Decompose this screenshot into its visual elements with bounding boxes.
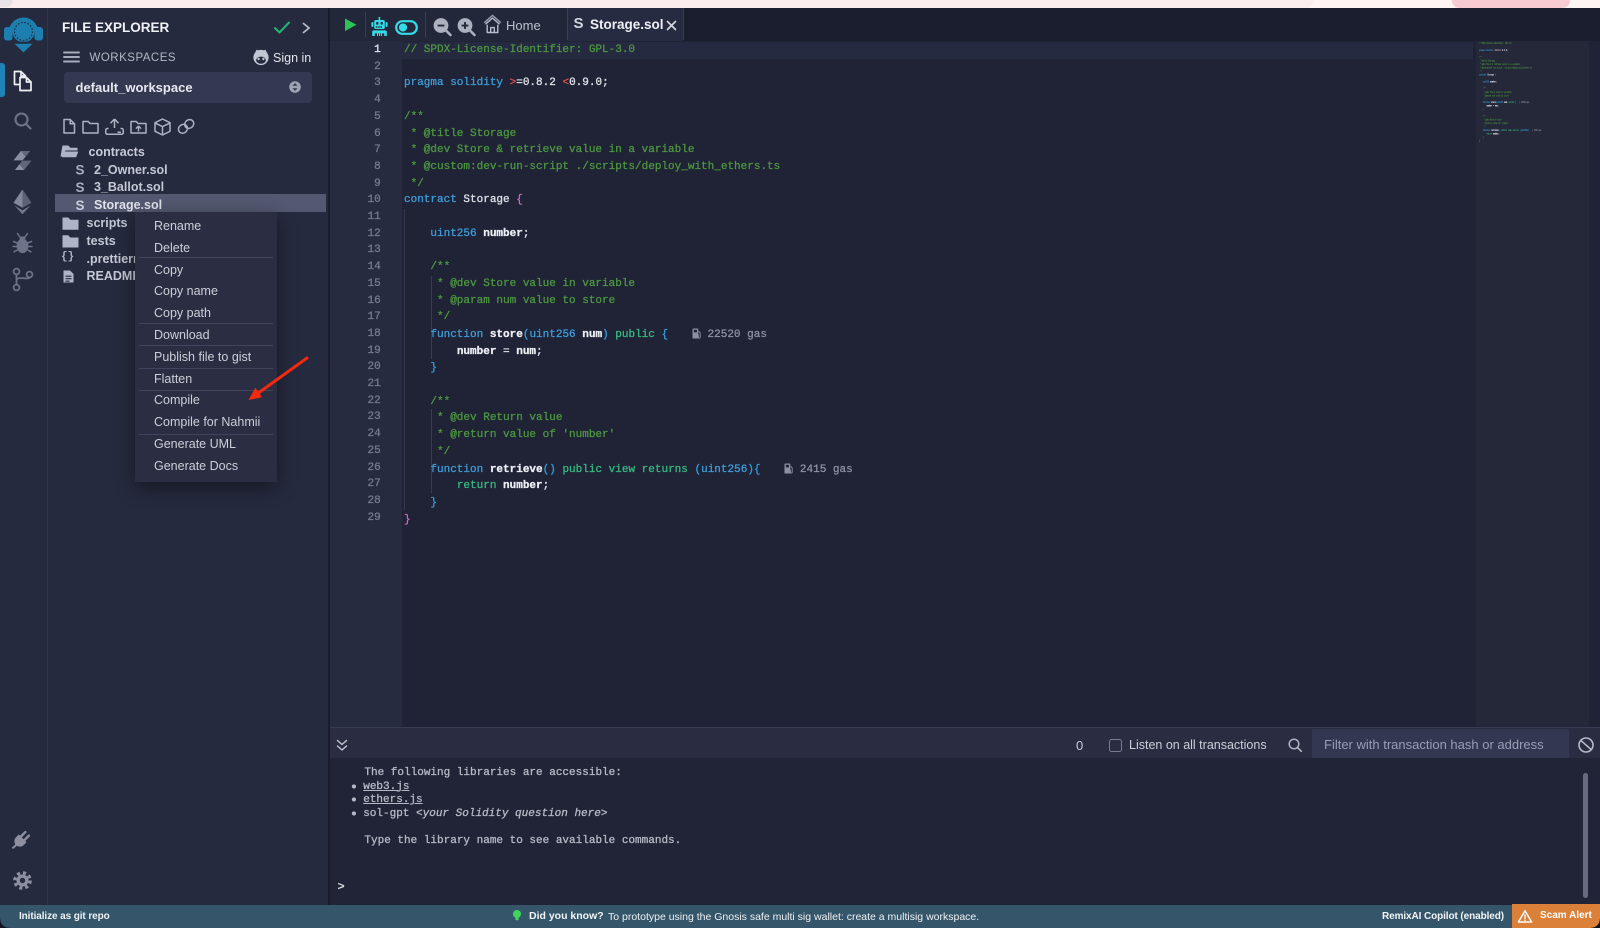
svg-text:S: S [75,198,84,213]
svg-text:S: S [75,180,84,195]
svg-text:S: S [75,162,84,177]
